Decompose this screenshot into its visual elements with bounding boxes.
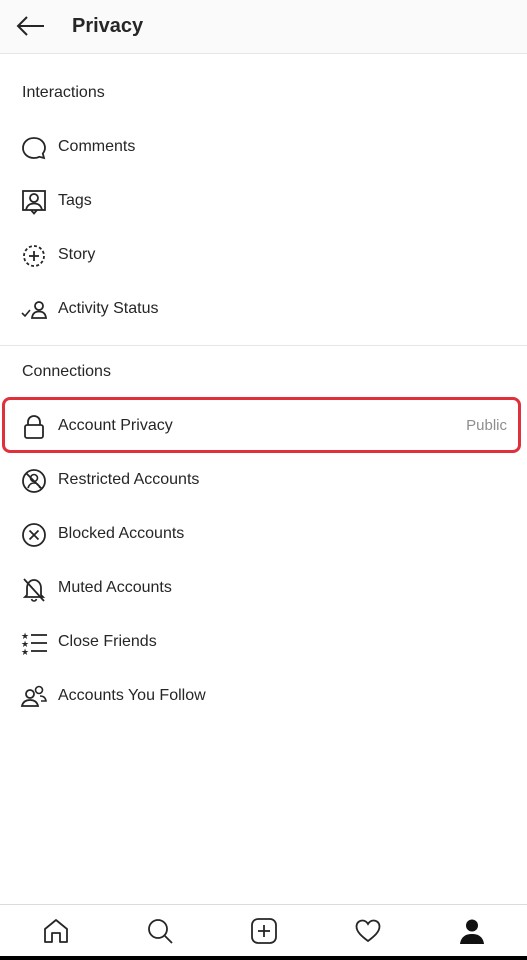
profile-icon [460, 919, 484, 944]
page-title: Privacy [72, 15, 144, 37]
menu-item-account-privacy[interactable]: Account Privacy Public [0, 403, 527, 449]
system-nav-strip [0, 956, 527, 960]
menu-item-label: Close Friends [58, 633, 157, 650]
menu-item-blocked-accounts[interactable]: Blocked Accounts [0, 511, 527, 557]
tab-home[interactable] [42, 917, 72, 947]
story-plus-icon [23, 245, 45, 267]
menu-item-label: Accounts You Follow [58, 687, 206, 704]
tag-person-icon [22, 190, 46, 215]
menu-item-label: Muted Accounts [58, 579, 172, 596]
tab-search[interactable] [146, 917, 176, 947]
menu-item-label: Blocked Accounts [58, 525, 185, 542]
section-divider [0, 345, 527, 346]
arrow-left-icon [16, 16, 44, 36]
menu-item-label: Account Privacy [58, 417, 173, 434]
home-icon [44, 919, 68, 943]
menu-item-label: Story [58, 246, 96, 263]
menu-item-restricted-accounts[interactable]: Restricted Accounts [0, 457, 527, 503]
plus-square-icon [251, 918, 277, 944]
menu-item-muted-accounts[interactable]: Muted Accounts [0, 565, 527, 611]
bottom-tab-bar [0, 904, 527, 957]
heart-icon [355, 919, 381, 943]
tab-create[interactable] [250, 917, 280, 947]
tab-profile[interactable] [458, 917, 488, 947]
menu-item-accounts-you-follow[interactable]: Accounts You Follow [0, 673, 527, 719]
back-button[interactable] [16, 12, 46, 40]
menu-item-label: Activity Status [58, 300, 159, 317]
account-privacy-value: Public [466, 417, 507, 434]
people-icon [20, 685, 47, 707]
menu-item-label: Comments [58, 138, 136, 155]
menu-item-comments[interactable]: Comments [0, 124, 527, 170]
close-friends-list-icon: ★ ★ ★ [21, 632, 47, 658]
search-icon [148, 919, 173, 944]
menu-item-tags[interactable]: Tags [0, 178, 527, 224]
menu-item-label: Restricted Accounts [58, 471, 200, 488]
blocked-x-icon [22, 523, 46, 547]
section-title-connections: Connections [22, 363, 111, 380]
tab-activity[interactable] [354, 917, 384, 947]
restricted-icon [22, 469, 46, 493]
muted-bell-icon [22, 578, 46, 602]
section-title-interactions: Interactions [22, 84, 105, 101]
menu-item-label: Tags [58, 192, 92, 209]
svg-text:★: ★ [21, 648, 29, 658]
comment-bubble-icon [22, 137, 46, 160]
menu-item-story[interactable]: Story [0, 232, 527, 278]
lock-icon [24, 415, 44, 439]
menu-item-activity-status[interactable]: Activity Status [0, 286, 527, 332]
activity-status-icon [21, 301, 48, 319]
header-bar: Privacy [0, 0, 527, 54]
menu-item-close-friends[interactable]: ★ ★ ★ Close Friends [0, 619, 527, 665]
